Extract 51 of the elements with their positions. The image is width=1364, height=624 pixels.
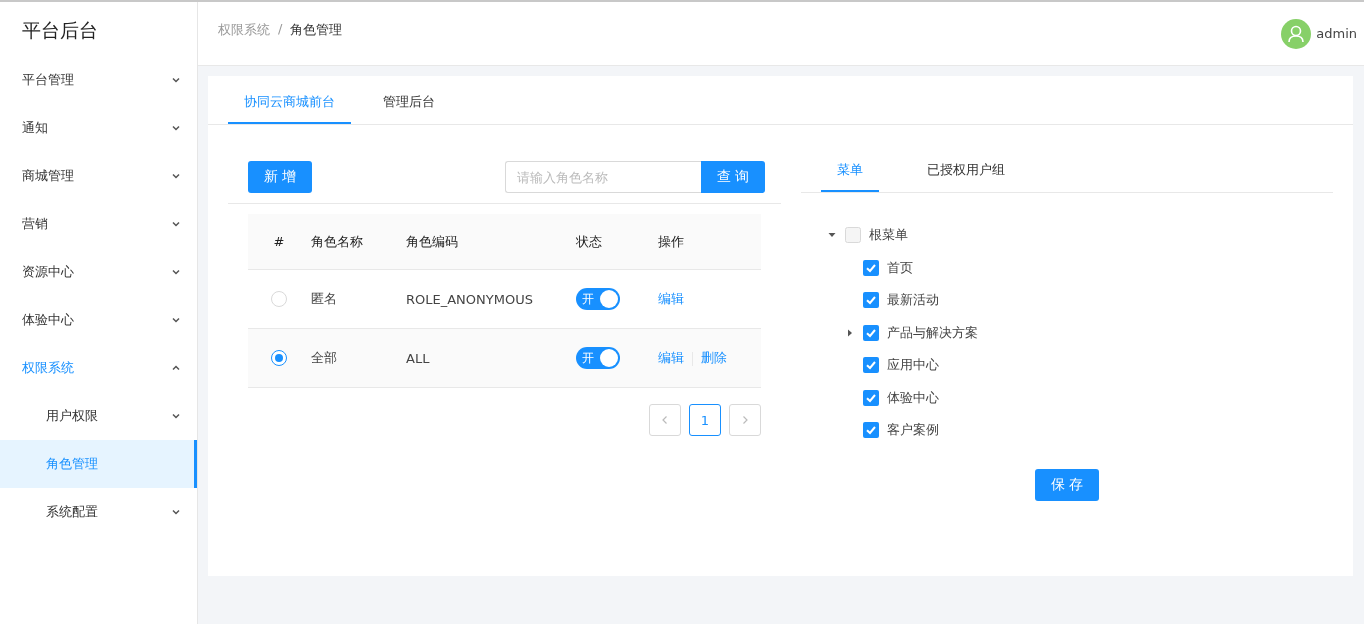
tree-node-label[interactable]: 根菜单 bbox=[869, 226, 908, 245]
sidebar-item[interactable]: 体验中心 bbox=[0, 296, 197, 344]
checkbox[interactable] bbox=[863, 357, 879, 374]
chevron-right-icon bbox=[740, 415, 750, 425]
chevron-icon bbox=[171, 171, 181, 181]
chevron-icon bbox=[171, 507, 181, 517]
column-header: 操作 bbox=[658, 233, 684, 249]
checkbox[interactable] bbox=[845, 227, 861, 244]
chevron-icon bbox=[171, 363, 181, 373]
checkbox[interactable] bbox=[863, 389, 879, 406]
tab[interactable]: 已授权用户组 bbox=[911, 161, 1021, 192]
breadcrumb-current: 角色管理 bbox=[290, 21, 343, 39]
chevron-icon bbox=[171, 219, 181, 229]
breadcrumb-separator: / bbox=[278, 21, 283, 38]
tree-node-label[interactable]: 应用中心 bbox=[887, 356, 939, 375]
tree-node-label[interactable]: 首页 bbox=[887, 258, 913, 277]
table-cell: ROLE_ANONYMOUS bbox=[406, 291, 533, 307]
table-cell: ALL bbox=[406, 350, 430, 366]
chevron-icon bbox=[171, 75, 181, 85]
sidebar-item[interactable]: 商城管理 bbox=[0, 152, 197, 200]
column-header: 角色名称 bbox=[311, 233, 363, 249]
chevron-icon bbox=[171, 411, 181, 421]
sidebar-item[interactable]: 营销 bbox=[0, 200, 197, 248]
checkbox[interactable] bbox=[863, 422, 879, 439]
chevron-icon bbox=[171, 267, 181, 277]
table-cell: 全部 bbox=[311, 350, 337, 365]
chevron-icon bbox=[171, 315, 181, 325]
sidebar-item[interactable]: 平台管理 bbox=[0, 56, 197, 104]
app-title: 平台后台 bbox=[21, 18, 99, 43]
column-header: # bbox=[273, 234, 285, 249]
tab[interactable]: 管理后台 bbox=[367, 76, 451, 124]
sidebar-item[interactable]: 用户权限 bbox=[0, 392, 197, 440]
tree-node-label[interactable]: 最新活动 bbox=[887, 291, 939, 310]
checkbox[interactable] bbox=[863, 324, 879, 341]
column-header: 状态 bbox=[576, 233, 602, 249]
user-avatar-icon[interactable] bbox=[1281, 18, 1312, 49]
checkbox[interactable] bbox=[863, 259, 879, 276]
table-cell: 匿名 bbox=[311, 291, 337, 306]
sidebar-item[interactable]: 资源中心 bbox=[0, 248, 197, 296]
tree-node-label[interactable]: 产品与解决方案 bbox=[887, 323, 978, 342]
tree-node-label[interactable]: 客户案例 bbox=[887, 421, 939, 440]
search-field[interactable]: 请输入角色名称 bbox=[504, 161, 701, 193]
radio-button[interactable] bbox=[271, 350, 287, 367]
tree-node-label[interactable]: 体验中心 bbox=[887, 388, 939, 407]
chevron-left-icon bbox=[660, 415, 670, 425]
sidebar-item[interactable]: 通知 bbox=[0, 104, 197, 152]
chevron-icon bbox=[171, 123, 181, 133]
checkbox[interactable] bbox=[863, 292, 879, 309]
sidebar-item[interactable]: 系统配置 bbox=[0, 488, 197, 536]
column-header: 角色编码 bbox=[406, 233, 458, 249]
user-name[interactable]: admin bbox=[1316, 26, 1357, 41]
